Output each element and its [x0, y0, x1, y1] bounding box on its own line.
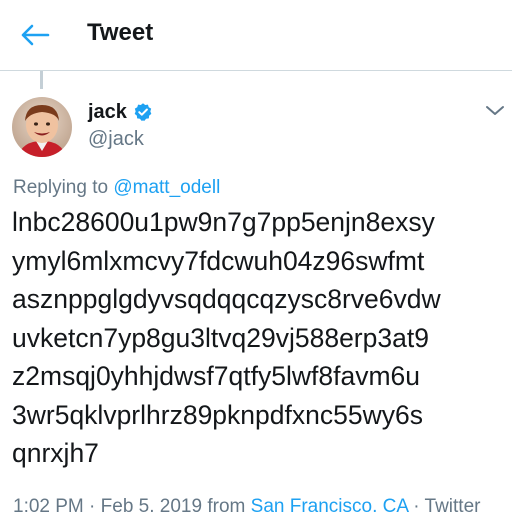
tweet-metadata: 1:02 PM · Feb 5, 2019 from San Francisco… — [13, 496, 480, 512]
top-bar: Tweet — [0, 0, 512, 71]
replying-to-label: Replying to — [13, 177, 114, 198]
page-title: Tweet — [87, 19, 154, 46]
meta-separator: · — [83, 496, 101, 512]
author-handle[interactable]: @jack — [88, 128, 153, 151]
tweet-body: lnbc28600u1pw9n7g7pp5enjn8exsy ymyl6mlxm… — [12, 203, 508, 473]
tweet-text-line: 3wr5qklvprlhrz89pknpdfxnc55wy6s — [12, 399, 423, 430]
tweet-source: Twitter — [424, 496, 481, 512]
tweet-date: Feb 5, 2019 — [100, 496, 203, 512]
tweet-detail-page: Tweet jack @jack Replying to @matt_odell… — [0, 0, 512, 512]
tweet-text-line: qnrxjh7 — [12, 438, 99, 468]
back-arrow-icon — [21, 24, 50, 46]
display-name[interactable]: jack — [88, 101, 127, 124]
avatar-image — [12, 97, 72, 157]
tweet-time: 1:02 PM — [13, 496, 84, 512]
tweet-text-line: uvketcn7yp8gu3ltvq29vj588erp3at9 — [12, 322, 429, 353]
display-name-row: jack — [88, 98, 153, 126]
meta-separator: · — [407, 496, 425, 512]
tweet-text-line: lnbc28600u1pw9n7g7pp5enjn8exsy — [12, 207, 435, 237]
chevron-down-icon — [486, 106, 504, 115]
back-button[interactable] — [16, 20, 52, 50]
author-info: jack @jack — [88, 98, 153, 151]
replying-to-line: Replying to @matt_odell — [13, 177, 220, 199]
tweet-text-line: ymyl6mlxmcvy7fdcwuh04z96swfmt — [12, 245, 425, 276]
more-options-button[interactable] — [484, 100, 506, 120]
verified-badge-icon — [133, 102, 153, 122]
avatar[interactable] — [12, 97, 72, 157]
reply-mention-link[interactable]: @matt_odell — [113, 177, 220, 198]
thread-connector-line — [40, 71, 43, 89]
tweet-text-line: asznppglgdyvsqdqqcqzysc8rve6vdw — [12, 284, 441, 314]
location-link[interactable]: San Francisco, CA — [251, 496, 408, 512]
meta-from-label: from — [202, 496, 251, 512]
tweet-text-line: z2msqj0yhhjdwsf7qtfy5lwf8favm6u — [12, 361, 420, 391]
